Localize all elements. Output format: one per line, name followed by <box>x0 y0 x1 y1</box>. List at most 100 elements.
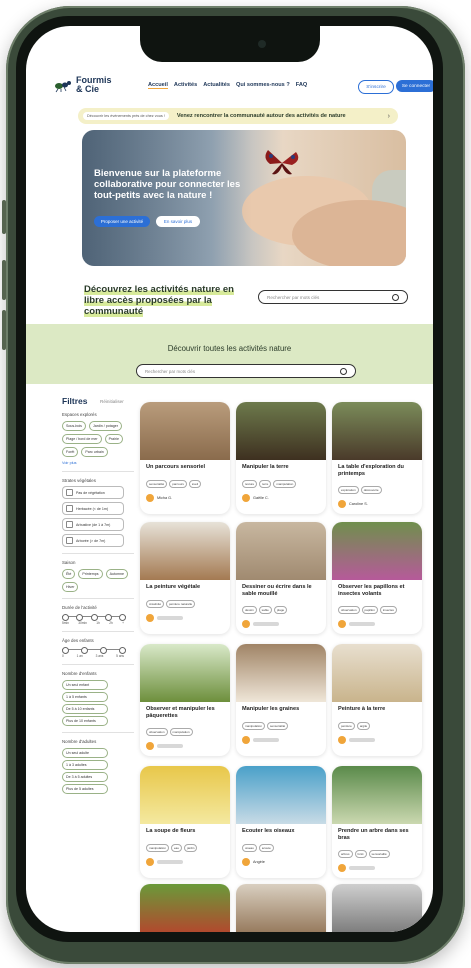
activity-tag[interactable]: manipulation <box>242 722 266 730</box>
activity-tag[interactable]: arbres <box>338 850 353 858</box>
filter-chip[interactable]: Un seul adulte <box>62 748 108 758</box>
slider-stop[interactable] <box>119 647 126 654</box>
activity-tag[interactable]: écoute <box>258 844 274 852</box>
activity-card[interactable]: Observer et manipuler les pâquerettes obs… <box>140 644 230 756</box>
filter-checkbox[interactable]: Herbacée (< de 1m) <box>62 502 124 515</box>
filter-chip[interactable]: Forêt <box>62 447 79 457</box>
activity-card[interactable]: Peinture végétale avec des épices <box>236 884 326 932</box>
activity-card[interactable]: Observer les papillons et insectes volan… <box>332 522 422 634</box>
filter-chip[interactable]: Parc urbain <box>81 447 108 457</box>
activity-tag[interactable]: manipulation <box>273 480 297 488</box>
activity-tag[interactable]: sable <box>258 606 272 614</box>
slider-stop[interactable] <box>100 647 107 654</box>
activity-tag[interactable]: observation <box>338 606 360 614</box>
search-icon[interactable] <box>392 294 399 301</box>
activity-tag[interactable]: sensorialité <box>146 480 168 488</box>
espaces-chips: Sous-bois Jardin / potager Plage / bord … <box>62 421 134 457</box>
activity-card[interactable]: Un parcours sensoriel sensorialité parcour… <box>140 402 230 514</box>
activity-card[interactable]: La soupe de fleurs manipulation eau jardin <box>140 766 230 878</box>
activity-card[interactable]: Ecouter les oiseaux oiseau écoute Angèle <box>236 766 326 878</box>
activity-card[interactable]: Manipuler les graines manipulation sensori… <box>236 644 326 756</box>
slider-stop[interactable] <box>81 647 88 654</box>
propose-activity-button[interactable]: Proposer une activité <box>94 216 150 227</box>
filter-chip[interactable]: Plus de 5 adultes <box>62 784 108 794</box>
nav-link-accueil[interactable]: Accueil <box>148 82 168 89</box>
slider-stop[interactable] <box>104 614 112 621</box>
duration-slider[interactable] <box>62 614 134 621</box>
activity-card[interactable]: Prendre un arbre dans ses bras arbres forê… <box>332 766 422 878</box>
activity-tag[interactable]: éveil <box>188 480 202 488</box>
filter-chip[interactable]: Printemps <box>78 569 103 579</box>
activity-tag[interactable]: découverte <box>360 486 382 494</box>
activity-tag[interactable]: manipulation <box>169 728 193 736</box>
filter-chip[interactable]: 1 à 5 enfants <box>62 692 108 702</box>
activity-card[interactable]: Dessiner ou écrire dans le sable mouillé… <box>236 522 326 634</box>
signup-button[interactable]: S'inscrire <box>358 80 394 94</box>
activity-tag[interactable]: terre <box>259 480 272 488</box>
activity-card[interactable]: Compter les pois des coccinelles <box>140 884 230 932</box>
activity-card[interactable]: La table d'exploration du printemps explo… <box>332 402 422 514</box>
reset-filters-link[interactable]: Réinitialiser <box>100 399 124 404</box>
activity-title: Prendre un arbre dans ses bras <box>338 828 409 841</box>
filter-checkbox[interactable]: Pas de végétation <box>62 486 124 499</box>
activity-tag[interactable]: dessin <box>242 606 257 614</box>
filter-chip[interactable]: Jardin / potager <box>88 421 122 431</box>
slider-stop[interactable] <box>62 647 69 654</box>
activity-tag[interactable]: forêt <box>354 850 367 858</box>
announcement-banner[interactable]: Découvrir les événements près de chez vo… <box>78 108 398 124</box>
activity-card[interactable]: Peinture à la terre peinture argile <box>332 644 422 756</box>
activity-card[interactable]: Manipuler la terre texture terre manipulati… <box>236 402 326 514</box>
activity-tag[interactable]: observation <box>146 728 168 736</box>
activity-tag[interactable]: argile <box>356 722 371 730</box>
age-slider[interactable] <box>62 647 134 654</box>
slider-stop[interactable] <box>90 614 98 621</box>
see-more-link[interactable]: Voir plus <box>62 461 134 465</box>
search-icon[interactable] <box>340 368 347 375</box>
filter-chip[interactable]: Plage / bord de mer <box>62 434 102 444</box>
activity-tag[interactable]: peinture <box>338 722 355 730</box>
activity-tag[interactable]: manipulation <box>146 844 170 852</box>
filter-chip[interactable]: De 5 à 10 enfants <box>62 704 108 714</box>
activity-tag[interactable]: eau <box>171 844 183 852</box>
filter-checkbox[interactable]: Arborée (> de 7m) <box>62 534 124 547</box>
activity-card[interactable]: Prendre en photo les animaux de la ville <box>332 884 422 932</box>
filter-chip[interactable]: De 3 à 5 adultes <box>62 772 108 782</box>
filter-checkbox[interactable]: Arbustive (de 1 à 7m) <box>62 518 124 531</box>
nav-link-faq[interactable]: FAQ <box>296 82 308 89</box>
activity-tag[interactable]: exploration <box>338 486 359 494</box>
activity-card[interactable]: La peinture végétale créativité peinture n… <box>140 522 230 634</box>
activity-tag[interactable]: sensorialité <box>368 850 390 858</box>
nav-link-qui-sommes-nous[interactable]: Qui sommes-nous ? <box>236 82 290 89</box>
activity-tag[interactable]: jardin <box>184 844 198 852</box>
avatar <box>242 494 250 502</box>
activity-tag[interactable]: plage <box>273 606 288 614</box>
activity-tag[interactable]: créativité <box>146 600 165 608</box>
logo[interactable]: Fourmis & Cie <box>54 76 114 94</box>
slider-stop[interactable] <box>119 614 126 621</box>
activities-search-input[interactable]: Rechercher par mots clés <box>136 364 356 378</box>
filter-chip[interactable]: Automne <box>105 569 128 579</box>
activity-tag[interactable]: peinture naturelle <box>166 600 196 608</box>
filter-chip[interactable]: Sous-bois <box>62 421 86 431</box>
activity-tag[interactable]: papillon <box>361 606 378 614</box>
activity-tag[interactable]: parcours <box>169 480 187 488</box>
filter-chip[interactable]: Prairie <box>104 434 123 444</box>
filter-chip[interactable]: Hiver <box>62 582 79 592</box>
nav-link-activites[interactable]: Activités <box>174 82 197 89</box>
slider-stop[interactable] <box>76 614 84 621</box>
activity-image <box>140 884 230 932</box>
filter-chip[interactable]: Été <box>62 569 76 579</box>
activity-tag[interactable]: insectes <box>379 606 397 614</box>
login-button[interactable]: Se connecter <box>396 80 433 92</box>
activity-tag[interactable]: texture <box>242 480 258 488</box>
search-input[interactable]: Rechercher par mots clés <box>258 290 408 304</box>
slider-stop[interactable] <box>62 614 69 621</box>
filter-chip[interactable]: Plus de 10 enfants <box>62 716 108 726</box>
learn-more-button[interactable]: En savoir plus <box>156 216 200 227</box>
nav-link-actualites[interactable]: Actualités <box>203 82 230 89</box>
filter-chip[interactable]: 1 à 3 adultes <box>62 760 108 770</box>
activity-tag[interactable]: oiseau <box>242 844 257 852</box>
filter-chip[interactable]: Un seul enfant <box>62 680 108 690</box>
slider-label: 3 ans <box>95 654 104 658</box>
activity-tag[interactable]: sensorialité <box>267 722 289 730</box>
